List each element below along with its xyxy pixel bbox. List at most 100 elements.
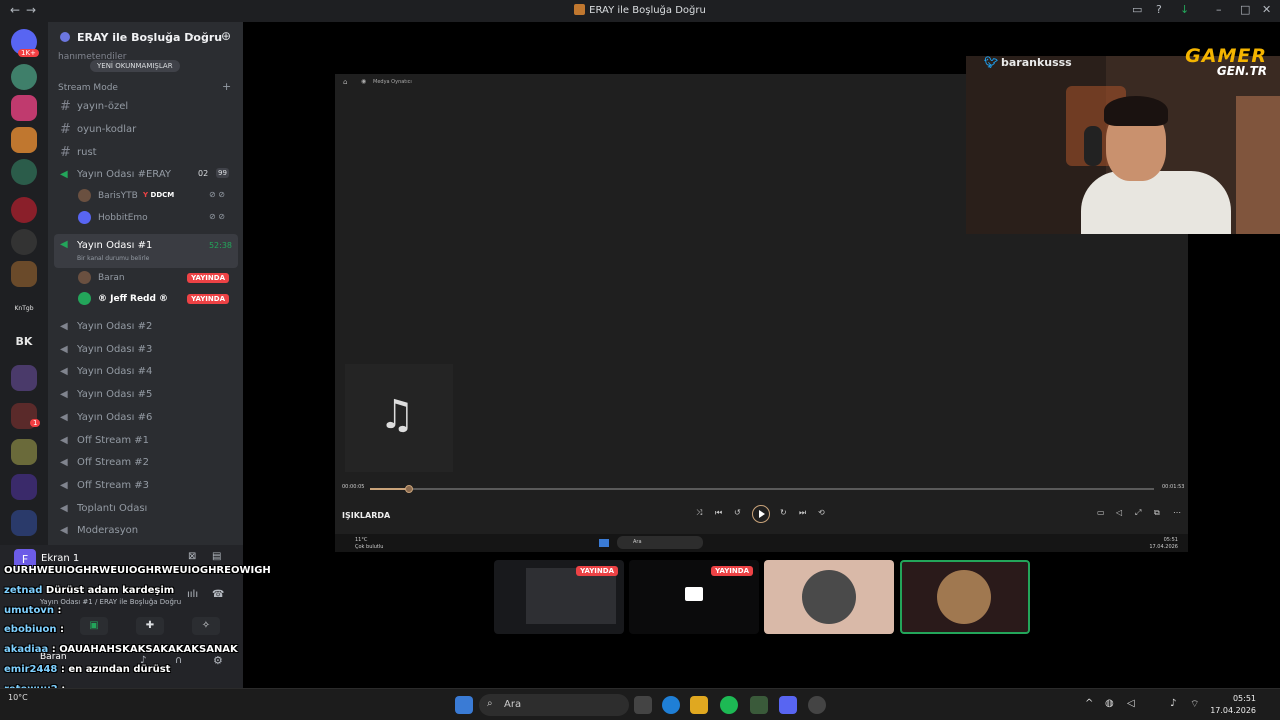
channel-oyun-kodlar[interactable]: # oyun-kodlar: [58, 119, 236, 140]
help-icon[interactable]: ?: [1156, 3, 1162, 16]
voice-user-streaming[interactable]: ® Jeff Redd ® YAYINDA: [78, 289, 233, 309]
wifi-icon[interactable]: ⌔: [1190, 698, 1199, 711]
stream-tile[interactable]: YAYINDA: [629, 560, 759, 634]
maximize-icon[interactable]: □: [1240, 3, 1250, 16]
close-icon[interactable]: ✕: [1262, 3, 1271, 16]
voice-channel-name: Yayın Odası #1: [77, 240, 153, 251]
voice-channel[interactable]: ◀ Yayın Odası #2: [58, 316, 236, 337]
app-icon-2[interactable]: [808, 696, 826, 714]
voice-channel[interactable]: ◀ Off Stream #1: [58, 430, 236, 451]
inner-weather: 11°C: [355, 537, 368, 543]
voice-user-streaming[interactable]: Baran YAYINDA: [78, 268, 233, 288]
new-unread-pill[interactable]: YENİ OKUNMAMIŞLAR: [90, 60, 180, 72]
muted-icon: ⊘ ⊘: [209, 212, 225, 221]
edge-icon[interactable]: [662, 696, 680, 714]
server-icon-5[interactable]: [11, 197, 37, 223]
server-icon-6[interactable]: [11, 229, 37, 255]
play-button[interactable]: [752, 505, 770, 523]
discord-icon[interactable]: [779, 696, 797, 714]
seek-bar[interactable]: [370, 485, 1154, 493]
activities-button[interactable]: ✚: [136, 617, 164, 635]
volume-icon[interactable]: ◁: [1116, 508, 1122, 517]
app-icon[interactable]: [750, 696, 768, 714]
participant-tile[interactable]: [764, 560, 894, 634]
previous-icon[interactable]: ⏮: [715, 508, 722, 518]
inner-date: 17.04.2026: [1149, 544, 1178, 550]
user-settings-gear-icon[interactable]: ⚙: [213, 654, 223, 667]
voice-channel[interactable]: ◀ Off Stream #2: [58, 452, 236, 473]
stop-stream-icon[interactable]: ⊠: [188, 551, 196, 562]
task-view-icon[interactable]: [634, 696, 652, 714]
voice-channel[interactable]: ◀ Off Stream #3: [58, 475, 236, 496]
headphones-icon[interactable]: ∩: [175, 655, 182, 666]
title-bar: ← → ERAY ile Boşluğa Doğru ▭ ? ↓ – □ ✕: [0, 0, 1280, 22]
spotify-icon[interactable]: [720, 696, 738, 714]
next-icon[interactable]: ⏭: [799, 508, 806, 518]
speaker-icon: ◀: [60, 169, 68, 180]
tray-icon-1[interactable]: ◍: [1105, 698, 1114, 709]
file-explorer-icon[interactable]: [690, 696, 708, 714]
chat-username: emir2448: [4, 664, 58, 675]
voice-channel[interactable]: ◀ Yayın Odası #3: [58, 339, 236, 360]
server-folder-icon-4[interactable]: [11, 439, 37, 465]
stream-stage: ⌂ ◉ Medya Oynatıcı ♫ 00:00:05 00:01:53 I…: [243, 22, 1280, 688]
media-player-title: Medya Oynatıcı: [373, 79, 412, 85]
voice-user[interactable]: HobbitEmo ⊘ ⊘: [78, 208, 233, 228]
taskbar-weather[interactable]: 10°C: [8, 693, 28, 702]
tray-chevron-icon[interactable]: ^: [1085, 698, 1093, 709]
inbox-icon[interactable]: ▭: [1132, 3, 1142, 16]
stream-tile[interactable]: YAYINDA: [494, 560, 624, 634]
windows-start-icon[interactable]: [455, 696, 473, 714]
forward-icon[interactable]: ↻: [780, 508, 787, 517]
channel-yayin-ozel[interactable]: # yayın-özel: [58, 96, 236, 117]
speaker-icon: ◀: [60, 344, 68, 355]
voice-channel[interactable]: ◀ Yayın Odası #6: [58, 407, 236, 428]
noise-suppression-icon[interactable]: ıılı: [187, 589, 198, 600]
server-folder-icon[interactable]: [11, 261, 37, 287]
channel-rust[interactable]: # rust: [58, 142, 236, 163]
channel-status[interactable]: Bir kanal durumu belirle: [77, 255, 149, 262]
more-icon[interactable]: ⋯: [1173, 508, 1181, 517]
taskbar-search[interactable]: ⌕ Ara: [479, 694, 629, 716]
miniplayer-icon[interactable]: ▭: [1097, 508, 1105, 517]
active-voice-channel[interactable]: ◀ Yayın Odası #1 52:38 Bir kanal durumu …: [54, 234, 238, 268]
add-channel-icon[interactable]: +: [222, 80, 231, 93]
mic-tray-icon[interactable]: ♪: [1170, 698, 1176, 709]
headset: [1084, 126, 1102, 166]
windows-start-icon: [599, 539, 609, 547]
server-icon-3[interactable]: [11, 127, 37, 153]
volume-icon[interactable]: ◁: [1127, 698, 1135, 709]
shuffle-icon[interactable]: ⤨: [696, 508, 702, 518]
seek-knob[interactable]: [405, 485, 414, 493]
voice-channel-eray[interactable]: ◀ Yayın Odası #ERAY 02 99: [58, 164, 236, 185]
guild-header[interactable]: ERAY ile Boşluğa Doğru ⌄ ⊕: [48, 22, 243, 52]
server-folder-icon-2[interactable]: [11, 365, 37, 391]
server-bk[interactable]: BK: [6, 335, 42, 348]
server-icon-4[interactable]: [11, 159, 37, 185]
server-folder-icon-5[interactable]: [11, 474, 37, 500]
voice-channel[interactable]: ◀ Toplantı Odası: [58, 498, 236, 519]
repeat-icon[interactable]: ⟲: [818, 508, 825, 517]
download-icon[interactable]: ↓: [1180, 3, 1189, 16]
voice-channel[interactable]: ◀ Moderasyon: [58, 520, 236, 541]
server-icon-1[interactable]: [11, 64, 37, 90]
voice-channel[interactable]: ◀ Yayın Odası #5: [58, 384, 236, 405]
stream-settings-icon[interactable]: ▤: [212, 551, 221, 562]
cast-icon[interactable]: ⧉: [1154, 508, 1160, 518]
voice-user[interactable]: BarisYTB Y DDCM ⊘ ⊘: [78, 186, 233, 206]
voice-channel[interactable]: ◀ Yayın Odası #4: [58, 361, 236, 382]
invite-user-icon[interactable]: ⊕: [221, 29, 231, 43]
minimize-icon[interactable]: –: [1216, 3, 1222, 16]
category-stream-mode[interactable]: Stream Mode: [58, 83, 118, 93]
rewind-icon[interactable]: ↺: [734, 508, 741, 517]
server-folder-icon-6[interactable]: [11, 510, 37, 536]
music-note-icon: ♫: [379, 392, 415, 438]
server-knt[interactable]: KnTgb: [6, 305, 42, 312]
taskbar-clock[interactable]: 05:51 17.04.2026: [1210, 693, 1256, 717]
participant-tile-speaking[interactable]: [900, 560, 1030, 634]
server-icon-2[interactable]: [11, 95, 37, 121]
share-screen-button[interactable]: ▣: [80, 617, 108, 635]
soundboard-button[interactable]: ✧: [192, 617, 220, 635]
disconnect-icon[interactable]: ☎: [212, 589, 224, 600]
fullscreen-icon[interactable]: ⤢: [1135, 508, 1141, 518]
